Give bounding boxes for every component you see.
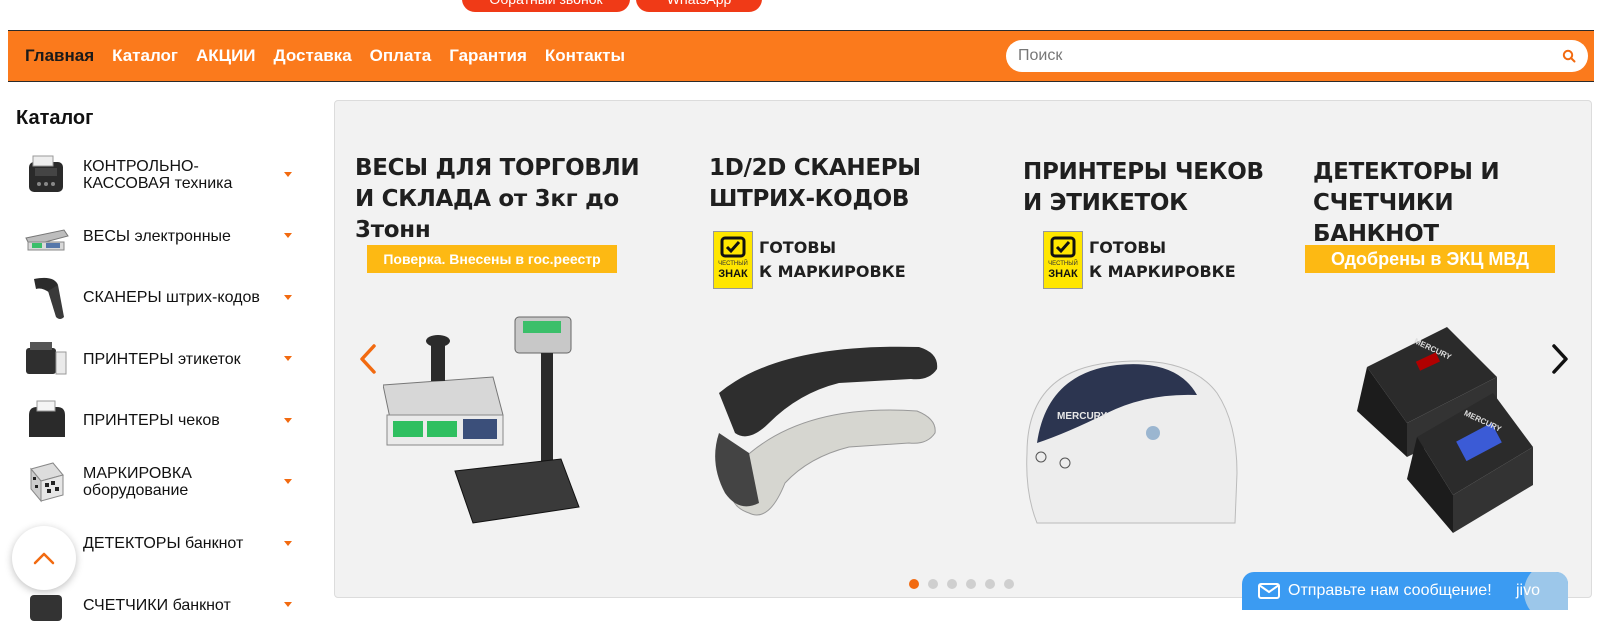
nav-item-contacts[interactable]: Контакты xyxy=(536,46,634,66)
slider-dot[interactable] xyxy=(928,579,938,589)
sidebar-title: Каталог xyxy=(8,100,308,136)
chevron-down-icon[interactable] xyxy=(284,541,292,546)
honest-sign-mark: ЧЕСТНЫЙ ЗНАК ГОТОВЫ К МАРКИРОВКЕ xyxy=(713,231,906,289)
category-label: СКАНЕРЫ штрих-кодов xyxy=(83,289,273,306)
honest-sign-logo-icon: ЧЕСТНЫЙ ЗНАК xyxy=(713,231,753,289)
category-item-scanners[interactable]: СКАНЕРЫ штрих-кодов xyxy=(8,267,308,329)
chat-brand: jivo xyxy=(1516,582,1540,600)
scroll-to-top-button[interactable] xyxy=(12,526,76,590)
category-item-cash-registers[interactable]: КОНТРОЛЬНО-КАССОВАЯ техника xyxy=(8,144,308,206)
main-nav: Главная Каталог АКЦИИ Доставка Оплата Га… xyxy=(8,30,1594,82)
category-label: МАРКИРОВКА оборудование xyxy=(83,465,273,499)
scanner-product-image xyxy=(689,333,949,523)
slider-dot[interactable] xyxy=(966,579,976,589)
honest-sign-word: ЗНАК xyxy=(1048,268,1078,280)
chevron-right-icon xyxy=(1550,343,1570,375)
chat-widget-label: Отправьте нам сообщение! xyxy=(1288,582,1492,600)
chevron-down-icon[interactable] xyxy=(284,172,292,177)
category-item-scales[interactable]: ВЕСЫ электронные xyxy=(8,206,308,268)
slider-dot[interactable] xyxy=(1004,579,1014,589)
chevron-down-icon[interactable] xyxy=(284,418,292,423)
slider-prev-button[interactable] xyxy=(353,339,383,379)
label-printer-icon xyxy=(20,333,72,385)
nav-item-delivery[interactable]: Доставка xyxy=(265,46,361,66)
detector-product-image: MERCURY MERCURY xyxy=(1347,327,1547,537)
scale-product-image xyxy=(383,311,583,541)
whatsapp-button[interactable]: WhatsApp xyxy=(636,0,762,12)
slide-title: ПРИНТЕРЫ ЧЕКОВ И ЭТИКЕТОК xyxy=(1023,157,1264,219)
scales-icon xyxy=(20,210,72,262)
cash-register-icon xyxy=(20,149,72,201)
category-item-label-printers[interactable]: ПРИНТЕРЫ этикеток xyxy=(8,329,308,391)
chevron-down-icon[interactable] xyxy=(284,295,292,300)
slider-dot[interactable] xyxy=(909,579,919,589)
search-input[interactable] xyxy=(1018,47,1562,65)
promo-slider: ВЕСЫ ДЛЯ ТОРГОВЛИ И СКЛАДА от 3кг до 3то… xyxy=(334,100,1592,598)
nav-item-home[interactable]: Главная xyxy=(16,46,103,66)
nav-links: Главная Каталог АКЦИИ Доставка Оплата Га… xyxy=(8,46,634,66)
category-label: СЧЕТЧИКИ банкнот xyxy=(83,597,273,614)
chevron-left-icon xyxy=(358,343,378,375)
category-item-marking[interactable]: МАРКИРОВКА оборудование xyxy=(8,452,308,514)
datamatrix-icon xyxy=(20,456,72,508)
honest-sign-logo-icon: ЧЕСТНЫЙ ЗНАК xyxy=(1043,231,1083,289)
slide-detectors[interactable]: ДЕТЕКТОРЫ И СЧЕТЧИКИ БАНКНОТ Одобрены в … xyxy=(1313,101,1583,521)
printer-product-image: MERCURY xyxy=(1007,333,1247,533)
receipt-printer-icon xyxy=(20,395,72,447)
chevron-down-icon[interactable] xyxy=(284,602,292,607)
nav-item-catalog[interactable]: Каталог xyxy=(103,46,187,66)
category-label: ПРИНТЕРЫ этикеток xyxy=(83,351,273,368)
nav-item-sales[interactable]: АКЦИИ xyxy=(187,46,265,66)
slider-dots xyxy=(909,579,1014,589)
slide-badge: Одобрены в ЭКЦ МВД xyxy=(1305,245,1555,273)
barcode-scanner-icon xyxy=(20,272,72,324)
category-item-receipt-printers[interactable]: ПРИНТЕРЫ чеков xyxy=(8,390,308,452)
chat-widget-button[interactable]: Отправьте нам сообщение! jivo xyxy=(1242,572,1568,610)
chevron-down-icon[interactable] xyxy=(284,479,292,484)
honest-sign-mark: ЧЕСТНЫЙ ЗНАК ГОТОВЫ К МАРКИРОВКЕ xyxy=(1043,231,1236,289)
printer-brand: MERCURY xyxy=(1057,411,1108,422)
slider-dot[interactable] xyxy=(985,579,995,589)
slide-badge: Поверка. Внесены в гос.реестр xyxy=(367,245,617,273)
honest-sign-small: ЧЕСТНЫЙ xyxy=(718,261,748,268)
slide-printers[interactable]: ПРИНТЕРЫ ЧЕКОВ И ЭТИКЕТОК ЧЕСТНЫЙ ЗНАК Г… xyxy=(1023,101,1303,521)
nav-item-payment[interactable]: Оплата xyxy=(361,46,441,66)
marking-ready-text: ГОТОВЫ К МАРКИРОВКЕ xyxy=(1089,236,1236,284)
category-label: ПРИНТЕРЫ чеков xyxy=(83,412,273,429)
honest-sign-word: ЗНАК xyxy=(718,268,748,280)
slide-title: ВЕСЫ ДЛЯ ТОРГОВЛИ И СКЛАДА от 3кг до 3то… xyxy=(355,153,665,246)
callback-button[interactable]: Обратный звонок xyxy=(462,0,630,12)
chevron-down-icon[interactable] xyxy=(284,233,292,238)
slider-dot[interactable] xyxy=(947,579,957,589)
honest-sign-small: ЧЕСТНЫЙ xyxy=(1048,261,1078,268)
nav-item-warranty[interactable]: Гарантия xyxy=(440,46,536,66)
search-icon[interactable] xyxy=(1562,49,1576,63)
slider-next-button[interactable] xyxy=(1545,339,1575,379)
category-label: ВЕСЫ электронные xyxy=(83,228,273,245)
envelope-icon xyxy=(1258,583,1280,599)
slide-title: 1D/2D СКАНЕРЫ ШТРИХ-КОДОВ xyxy=(709,153,921,215)
slide-scanners[interactable]: 1D/2D СКАНЕРЫ ШТРИХ-КОДОВ ЧЕСТНЫЙ ЗНАК Г… xyxy=(709,101,999,521)
slide-scales[interactable]: ВЕСЫ ДЛЯ ТОРГОВЛИ И СКЛАДА от 3кг до 3то… xyxy=(355,101,665,521)
slide-title: ДЕТЕКТОРЫ И СЧЕТЧИКИ БАНКНОТ xyxy=(1313,157,1583,250)
top-action-bar: Обратный звонок WhatsApp xyxy=(0,0,1600,30)
chevron-down-icon[interactable] xyxy=(284,356,292,361)
chevron-up-icon xyxy=(32,551,56,565)
search-box xyxy=(1006,40,1588,72)
marking-ready-text: ГОТОВЫ К МАРКИРОВКЕ xyxy=(759,236,906,284)
category-label: КОНТРОЛЬНО-КАССОВАЯ техника xyxy=(83,158,273,192)
category-label: ДЕТЕКТОРЫ банкнот xyxy=(83,535,273,552)
